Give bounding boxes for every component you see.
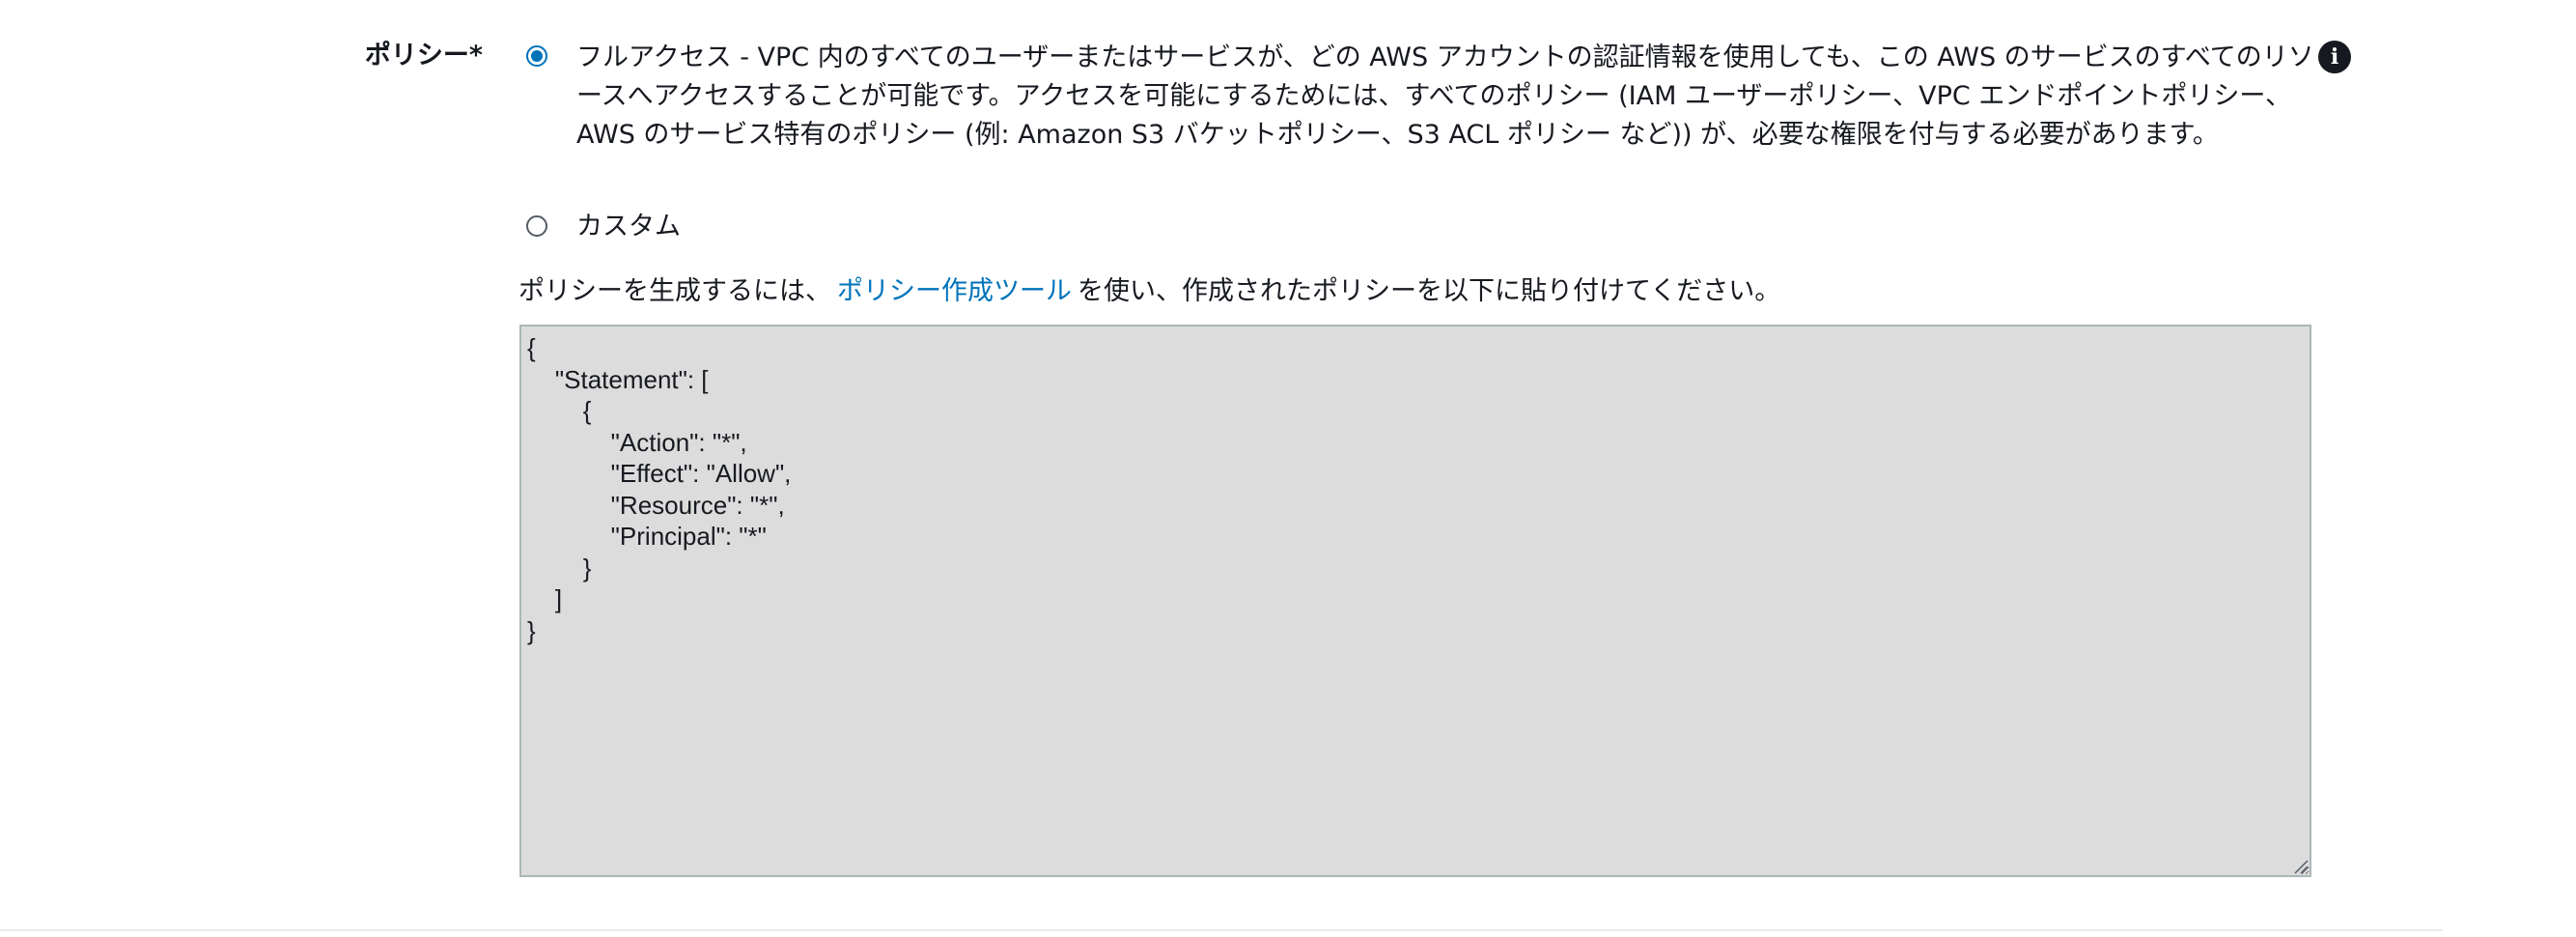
custom-label[interactable]: カスタム	[576, 208, 681, 246]
section-divider	[0, 929, 2443, 931]
policy-instruction: ポリシーを生成するには、 ポリシー作成ツール を使い、作成されたポリシーを以下に貼り…	[518, 272, 1780, 311]
info-icon[interactable]: i	[2318, 41, 2351, 73]
policy-label: ポリシー*	[364, 41, 483, 71]
policy-document-textarea[interactable]: { "Statement": [ { "Action": "*", "Effec…	[519, 325, 2311, 877]
instruction-prefix: ポリシーを生成するには、	[518, 276, 831, 306]
instruction-suffix: を使い、作成されたポリシーを以下に貼り付けてください。	[1078, 276, 1781, 306]
full-access-label[interactable]: フルアクセス - VPC 内のすべてのユーザーまたはサービスが、どの AWS ア…	[576, 39, 2314, 155]
custom-radio[interactable]	[526, 215, 547, 237]
full-access-radio[interactable]	[526, 45, 547, 67]
policy-generator-link[interactable]: ポリシー作成ツール	[837, 276, 1072, 306]
